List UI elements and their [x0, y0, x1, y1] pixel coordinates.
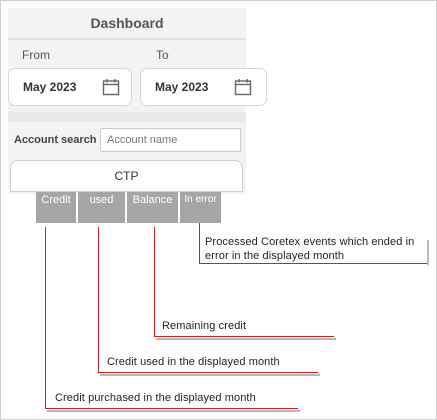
callout-line-balance: [154, 227, 155, 336]
column-header-credit: Credit: [36, 192, 76, 223]
calendar-icon[interactable]: [102, 78, 120, 96]
column-label-credit: Credit: [41, 194, 71, 206]
column-label-balance: Balance: [132, 194, 173, 206]
callout-text-credit: Credit purchased in the displayed month: [55, 392, 256, 404]
column-header-balance: Balance: [127, 192, 178, 223]
from-date-value: May 2023: [23, 80, 77, 94]
from-label: From: [22, 48, 50, 62]
callout-shadow: [47, 410, 300, 412]
callout-text-balance: Remaining credit: [162, 320, 247, 332]
tab-ctp[interactable]: CTP: [10, 160, 243, 192]
account-search-input[interactable]: [100, 128, 241, 152]
callout-text-in-error: Processed Coretex events which ended in …: [205, 236, 415, 262]
to-date-picker[interactable]: May 2023: [140, 68, 267, 106]
column-label-used: used: [89, 194, 114, 206]
to-label: To: [156, 48, 169, 62]
callout-shadow: [427, 240, 429, 265]
account-search-label: Account search: [14, 134, 97, 146]
callout-line-credit: [45, 227, 46, 408]
callout-underline-credit: [45, 408, 298, 409]
page-title: Dashboard: [8, 8, 246, 40]
column-header-used: used: [78, 192, 125, 223]
from-date-picker[interactable]: May 2023: [8, 68, 132, 106]
callout-shadow: [100, 374, 320, 376]
to-date-value: May 2023: [155, 80, 209, 94]
calendar-icon[interactable]: [234, 78, 252, 96]
callout-line-used: [98, 227, 99, 372]
column-label-in-error: In error: [184, 194, 217, 205]
section-divider: [8, 112, 246, 122]
callout-underline-used: [98, 372, 318, 373]
callout-underline-in-error: [199, 263, 427, 264]
column-header-in-error: In error: [180, 192, 221, 223]
callout-underline-balance: [154, 336, 334, 337]
callout-text-used: Credit used in the displayed month: [107, 356, 280, 368]
callout-line-in-error: [199, 223, 200, 263]
callout-shadow: [156, 338, 336, 340]
